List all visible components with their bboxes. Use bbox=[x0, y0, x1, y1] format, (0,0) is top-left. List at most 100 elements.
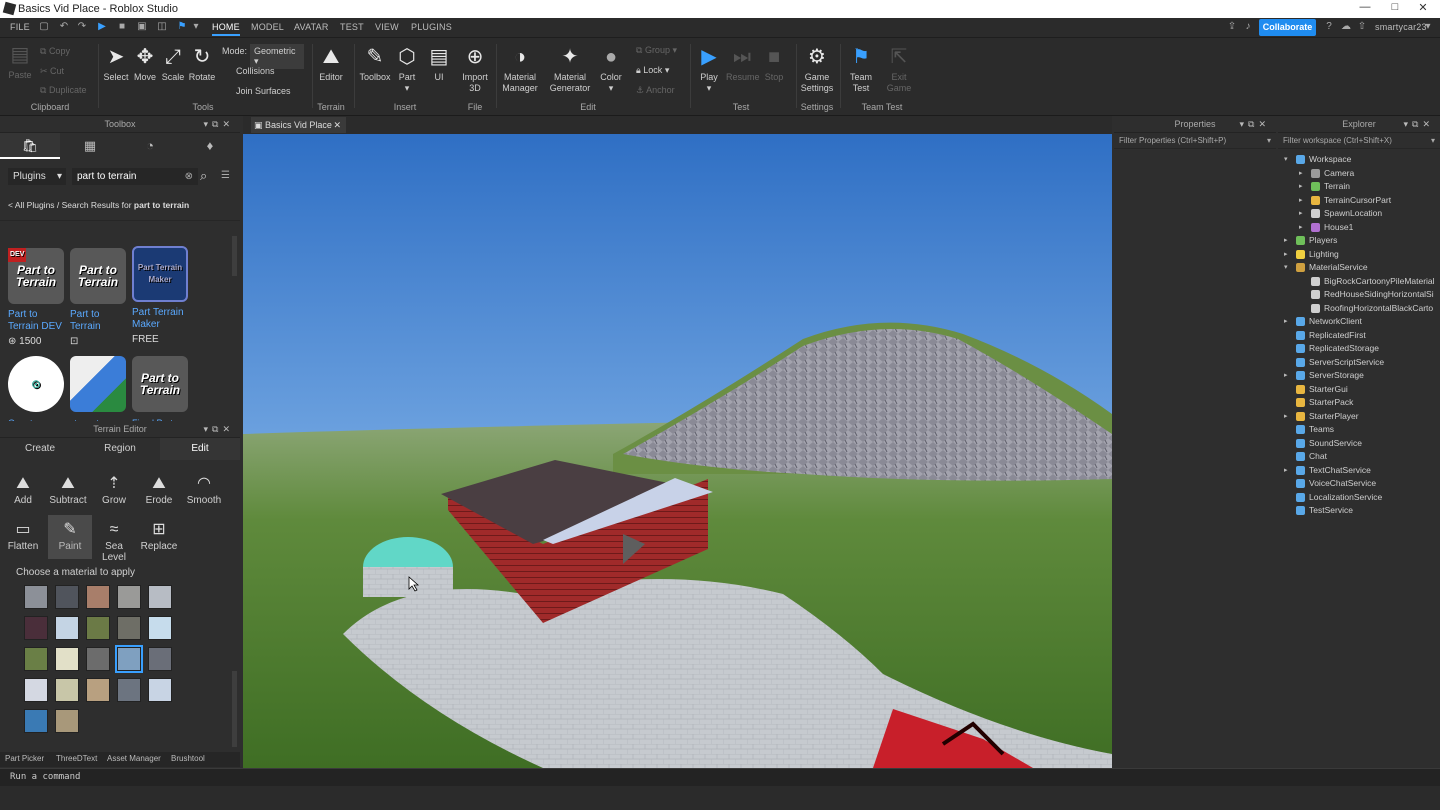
chevron-down-icon[interactable]: ▾ bbox=[1431, 133, 1435, 149]
material-swatch[interactable] bbox=[86, 616, 110, 640]
redo-icon[interactable]: ↷ bbox=[76, 21, 88, 33]
clear-icon[interactable]: ⊗ bbox=[185, 168, 193, 185]
material-swatch[interactable] bbox=[117, 616, 141, 640]
anchor-button[interactable]: ⚓︎ Anchor bbox=[636, 85, 675, 96]
color-button[interactable]: ● Color ▾ bbox=[598, 46, 624, 94]
team-play-icon[interactable]: ⚑ bbox=[176, 21, 188, 33]
material-swatch[interactable] bbox=[24, 647, 48, 671]
toolbox-button[interactable]: ✎ Toolbox bbox=[358, 46, 392, 83]
tab-asset-manager[interactable]: Asset Manager bbox=[107, 754, 161, 763]
select-button[interactable]: ➤ Select bbox=[102, 46, 130, 83]
3d-viewport[interactable] bbox=[243, 134, 1112, 768]
undo-icon[interactable]: ↶ bbox=[58, 21, 70, 33]
terrain-editor-button[interactable]: ⛰ Editor bbox=[316, 46, 346, 83]
search-icon[interactable]: ⌕ bbox=[200, 168, 207, 184]
command-bar-input[interactable]: Run a command bbox=[0, 768, 1440, 786]
plugin-card[interactable]: Part Terrain Maker Part Terrain Maker FRE… bbox=[132, 246, 192, 345]
resume-button[interactable]: ⏭︎ Resume bbox=[726, 46, 760, 83]
material-swatch[interactable] bbox=[117, 585, 141, 609]
tab-recent[interactable]: ◔ bbox=[120, 133, 180, 159]
material-swatch[interactable] bbox=[117, 678, 141, 702]
new-file-icon[interactable]: ▢ bbox=[38, 21, 50, 33]
plugin-card[interactable]: Part to Terrain Fixed Part bbox=[132, 356, 192, 425]
username[interactable]: smartycar23 bbox=[1375, 22, 1427, 32]
close-tab-icon[interactable]: ✕ bbox=[333, 117, 341, 133]
material-manager-button[interactable]: ◑ Material Manager bbox=[500, 46, 540, 94]
material-swatch[interactable] bbox=[24, 616, 48, 640]
material-swatch[interactable] bbox=[86, 585, 110, 609]
plugin-card[interactable]: Part to Terrain Part to Terrain ⊡ bbox=[70, 248, 130, 347]
search-input[interactable]: part to terrain ⊗ bbox=[72, 168, 198, 185]
share-user-icon[interactable]: ⇧ bbox=[1356, 21, 1368, 33]
category-dropdown[interactable]: Plugins ▾ bbox=[8, 168, 66, 185]
tab-avatar[interactable]: AVATAR bbox=[294, 22, 329, 32]
join-surfaces-toggle[interactable]: Join Surfaces bbox=[236, 86, 291, 96]
ui-button[interactable]: ▤ UI bbox=[426, 46, 452, 83]
panel-controls[interactable]: ▾⧉✕ bbox=[1404, 116, 1435, 133]
user-dropdown-icon[interactable]: ▾ bbox=[1422, 21, 1434, 33]
tab-test[interactable]: TEST bbox=[340, 22, 364, 32]
tab-home[interactable]: HOME bbox=[212, 22, 240, 36]
panel-controls[interactable]: ▾⧉✕ bbox=[204, 421, 235, 438]
cloud-icon[interactable]: ☁ bbox=[1340, 21, 1352, 33]
panel-controls[interactable]: ▾⧉✕ bbox=[204, 116, 235, 133]
tab-part-picker[interactable]: Part Picker bbox=[5, 754, 44, 763]
explorer-filter-input[interactable]: Filter workspace (Ctrl+Shift+X) ▾ bbox=[1278, 133, 1440, 149]
tab-model[interactable]: MODEL bbox=[251, 22, 284, 32]
team-test-button[interactable]: ⚑ Team Test bbox=[846, 46, 876, 94]
material-swatch[interactable] bbox=[55, 647, 79, 671]
stop-button[interactable]: ■ Stop bbox=[760, 46, 788, 83]
plugin-card[interactable]: stevent bbox=[70, 356, 130, 425]
expand-caret-icon[interactable]: ▸ bbox=[1299, 167, 1307, 180]
panel-controls[interactable]: ▾⧉✕ bbox=[1240, 116, 1271, 133]
erode-tool[interactable]: ⛰ Erode bbox=[137, 469, 181, 513]
tab-edit[interactable]: Edit bbox=[160, 438, 240, 460]
document-tab[interactable]: ▣ Basics Vid Place ✕ bbox=[251, 117, 346, 133]
tab-brushtool[interactable]: Brushtool bbox=[171, 754, 205, 763]
paste-button[interactable]: ▤ Paste bbox=[6, 44, 34, 81]
tab-plugins[interactable]: PLUGINS bbox=[411, 22, 452, 32]
tab-threedtext[interactable]: ThreeDText bbox=[56, 754, 97, 763]
close-window-button[interactable]: ✕ bbox=[1408, 1, 1438, 17]
sea-level-tool[interactable]: ≈ Sea Level bbox=[92, 515, 136, 563]
duplicate-button[interactable]: ⧉ Duplicate bbox=[40, 85, 86, 96]
scale-button[interactable]: ⤢ Scale bbox=[159, 46, 187, 83]
lock-button[interactable]: 🔒︎ Lock ▾ bbox=[636, 65, 669, 76]
expand-caret-icon[interactable]: ▾ bbox=[1284, 261, 1292, 274]
properties-filter-input[interactable]: Filter Properties (Ctrl+Shift+P) ▾ bbox=[1114, 133, 1276, 149]
grow-tool[interactable]: ⇡ Grow bbox=[92, 469, 136, 513]
bell-icon[interactable]: ♪ bbox=[1242, 21, 1254, 33]
share-icon[interactable]: ⇪ bbox=[1226, 21, 1238, 33]
tab-view[interactable]: VIEW bbox=[375, 22, 399, 32]
expand-caret-icon[interactable]: ▸ bbox=[1299, 194, 1307, 207]
copy-button[interactable]: ⧉ Copy bbox=[40, 46, 70, 57]
material-swatch[interactable] bbox=[24, 709, 48, 733]
material-swatch[interactable] bbox=[148, 616, 172, 640]
group-button[interactable]: ⧉ Group ▾ bbox=[636, 45, 677, 56]
game-settings-button[interactable]: ⚙ Game Settings bbox=[800, 46, 834, 94]
material-swatch[interactable] bbox=[86, 647, 110, 671]
expand-caret-icon[interactable]: ▸ bbox=[1299, 207, 1307, 220]
material-generator-button[interactable]: ✦ Material Generator bbox=[548, 46, 592, 94]
file-menu[interactable]: FILE bbox=[10, 22, 30, 32]
scene-render[interactable] bbox=[243, 134, 1112, 768]
expand-caret-icon[interactable]: ▸ bbox=[1284, 248, 1292, 261]
plugin-card[interactable]: ⊙ Quantum bbox=[8, 356, 68, 425]
smooth-tool[interactable]: ◠ Smooth bbox=[182, 469, 226, 513]
material-swatch[interactable] bbox=[55, 616, 79, 640]
expand-caret-icon[interactable]: ▸ bbox=[1284, 234, 1292, 247]
plugin-card[interactable]: Part to Terrain DEV Part to Terrain DEV ⊛ … bbox=[8, 248, 68, 347]
expand-caret-icon[interactable]: ▸ bbox=[1284, 464, 1292, 477]
material-swatch[interactable] bbox=[55, 709, 79, 733]
play-button[interactable]: ▶ Play ▾ bbox=[694, 46, 724, 94]
cut-button[interactable]: ✂ Cut bbox=[40, 66, 64, 77]
expand-caret-icon[interactable]: ▾ bbox=[1284, 153, 1292, 166]
material-swatch[interactable] bbox=[148, 585, 172, 609]
window-icon[interactable]: ◫ bbox=[156, 21, 168, 33]
move-button[interactable]: ✥ Move bbox=[131, 46, 159, 83]
collaborate-button[interactable]: Collaborate bbox=[1259, 19, 1316, 36]
expand-caret-icon[interactable]: ▸ bbox=[1284, 369, 1292, 382]
dropdown-icon[interactable]: ▾ bbox=[190, 21, 202, 33]
help-icon[interactable]: ? bbox=[1323, 21, 1335, 33]
flatten-tool[interactable]: ▭ Flatten bbox=[1, 515, 45, 559]
